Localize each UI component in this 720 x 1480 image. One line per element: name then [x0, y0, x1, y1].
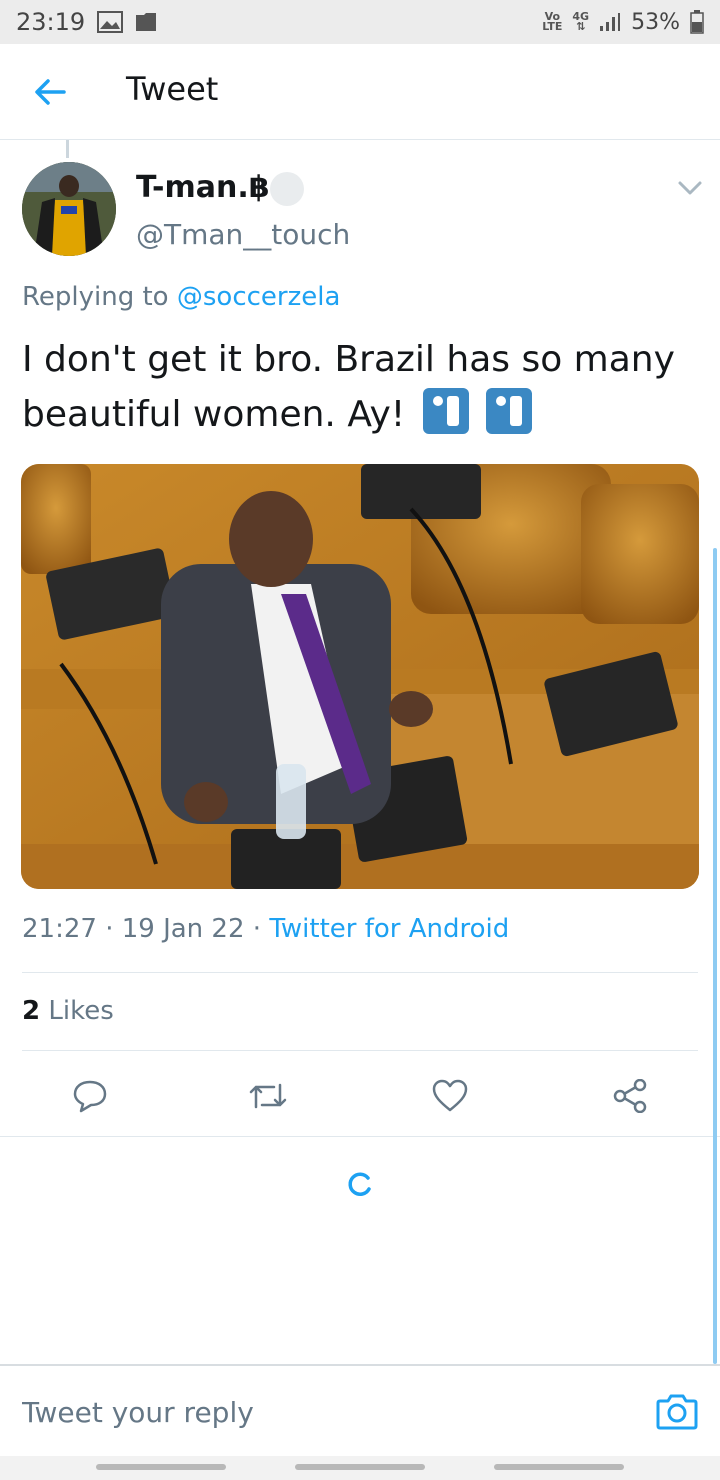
user-handle[interactable]: @Tman__touch: [136, 218, 350, 251]
likes-count: 2: [22, 996, 41, 1026]
man-toilet-emoji: [486, 388, 533, 434]
camera-button[interactable]: [656, 1392, 698, 1430]
like-button[interactable]: [430, 1076, 470, 1116]
retweet-icon: [249, 1083, 287, 1109]
chevron-down-icon: [678, 181, 702, 195]
system-nav-bar: [0, 1456, 720, 1480]
retweet-button[interactable]: [248, 1076, 288, 1116]
replying-to: Replying to @soccerzela: [22, 282, 340, 312]
tweet-body: I don't get it bro. Brazil has so many b…: [22, 339, 675, 435]
notification-icon: [135, 12, 157, 32]
share-button[interactable]: [610, 1076, 650, 1116]
reply-icon: [73, 1080, 107, 1113]
man-toilet-emoji: [422, 388, 469, 434]
divider: [22, 972, 698, 973]
top-app-bar: Tweet: [0, 44, 720, 140]
camera-icon: [656, 1394, 698, 1430]
replying-mention-link[interactable]: @soccerzela: [177, 282, 341, 312]
arrow-left-icon: [35, 79, 66, 105]
avatar[interactable]: [22, 162, 116, 256]
tweet-text: I don't get it bro. Brazil has so many b…: [22, 332, 702, 442]
reply-composer: [0, 1364, 720, 1456]
tweet-time: 21:27: [22, 914, 97, 944]
replying-prefix: Replying to: [22, 282, 169, 312]
tweet-source-link[interactable]: Twitter for Android: [269, 914, 509, 944]
volte-indicator: Vo LTE: [542, 10, 563, 33]
network-type: 4G ⇅: [572, 10, 590, 33]
gallery-icon: [97, 11, 124, 33]
battery-percent: 53%: [631, 9, 680, 35]
nav-back-handle[interactable]: [96, 1464, 226, 1470]
divider: [0, 1136, 720, 1137]
likes-label: Likes: [48, 996, 114, 1026]
reply-input[interactable]: [22, 1392, 622, 1432]
back-button[interactable]: [30, 74, 70, 110]
tweet-photo[interactable]: [21, 464, 699, 889]
nav-home-handle[interactable]: [295, 1464, 425, 1470]
battery-icon: [690, 10, 704, 34]
tweet-actions: [0, 1072, 720, 1122]
signal-icon: [599, 12, 621, 32]
loading-spinner-icon: [346, 1170, 374, 1198]
tweet-meta: 21:27 · 19 Jan 22 · Twitter for Android: [22, 914, 510, 944]
badge-placeholder-icon: [270, 172, 304, 206]
thread-connector: [66, 140, 69, 158]
page-title: Tweet: [126, 70, 219, 108]
heart-icon: [432, 1079, 468, 1112]
share-icon: [613, 1079, 647, 1113]
scrollbar[interactable]: [713, 548, 717, 1364]
divider: [22, 1050, 698, 1051]
display-name[interactable]: T-man.฿.: [136, 170, 281, 205]
likes-summary[interactable]: 2 Likes: [22, 996, 114, 1026]
more-options-button[interactable]: [676, 178, 704, 198]
status-time: 23:19: [16, 8, 86, 36]
status-bar: 23:19 Vo LTE 4G ⇅ 53%: [0, 0, 720, 44]
nav-recents-handle[interactable]: [494, 1464, 624, 1470]
reply-button[interactable]: [70, 1076, 110, 1116]
tweet-date: 19 Jan 22: [121, 914, 245, 944]
